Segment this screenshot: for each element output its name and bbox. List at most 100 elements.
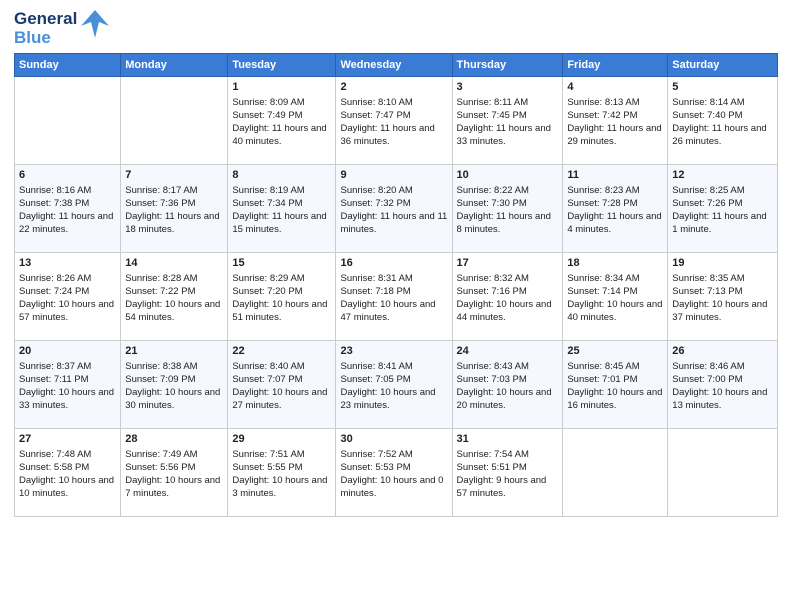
day-number: 8 xyxy=(232,168,331,183)
day-number: 30 xyxy=(340,432,447,447)
sunset-text: Sunset: 7:42 PM xyxy=(567,110,663,123)
day-number: 22 xyxy=(232,344,331,359)
daylight-text: Daylight: 10 hours and 54 minutes. xyxy=(125,299,223,325)
sunrise-text: Sunrise: 8:22 AM xyxy=(457,185,559,198)
daylight-text: Daylight: 11 hours and 15 minutes. xyxy=(232,211,331,237)
calendar-cell xyxy=(121,77,228,165)
sunset-text: Sunset: 7:30 PM xyxy=(457,198,559,211)
day-number: 4 xyxy=(567,80,663,95)
calendar-cell: 20Sunrise: 8:37 AMSunset: 7:11 PMDayligh… xyxy=(15,341,121,429)
daylight-text: Daylight: 9 hours and 57 minutes. xyxy=(457,475,559,501)
calendar-cell: 27Sunrise: 7:48 AMSunset: 5:58 PMDayligh… xyxy=(15,429,121,517)
sunrise-text: Sunrise: 8:23 AM xyxy=(567,185,663,198)
logo-blue: Blue xyxy=(14,29,77,48)
sunset-text: Sunset: 5:58 PM xyxy=(19,462,116,475)
sunrise-text: Sunrise: 7:48 AM xyxy=(19,449,116,462)
day-number: 1 xyxy=(232,80,331,95)
daylight-text: Daylight: 11 hours and 1 minute. xyxy=(672,211,773,237)
sunrise-text: Sunrise: 8:16 AM xyxy=(19,185,116,198)
calendar-cell: 26Sunrise: 8:46 AMSunset: 7:00 PMDayligh… xyxy=(668,341,778,429)
day-number: 31 xyxy=(457,432,559,447)
col-header-thursday: Thursday xyxy=(452,54,563,77)
calendar-cell: 17Sunrise: 8:32 AMSunset: 7:16 PMDayligh… xyxy=(452,253,563,341)
day-number: 14 xyxy=(125,256,223,271)
calendar-cell xyxy=(15,77,121,165)
col-header-saturday: Saturday xyxy=(668,54,778,77)
calendar-cell: 22Sunrise: 8:40 AMSunset: 7:07 PMDayligh… xyxy=(228,341,336,429)
calendar-cell: 21Sunrise: 8:38 AMSunset: 7:09 PMDayligh… xyxy=(121,341,228,429)
calendar-cell xyxy=(668,429,778,517)
sunrise-text: Sunrise: 8:13 AM xyxy=(567,97,663,110)
sunrise-text: Sunrise: 7:52 AM xyxy=(340,449,447,462)
calendar-cell: 5Sunrise: 8:14 AMSunset: 7:40 PMDaylight… xyxy=(668,77,778,165)
sunset-text: Sunset: 7:11 PM xyxy=(19,374,116,387)
day-number: 28 xyxy=(125,432,223,447)
sunrise-text: Sunrise: 8:37 AM xyxy=(19,361,116,374)
sunrise-text: Sunrise: 8:34 AM xyxy=(567,273,663,286)
sunset-text: Sunset: 5:53 PM xyxy=(340,462,447,475)
sunset-text: Sunset: 7:05 PM xyxy=(340,374,447,387)
sunset-text: Sunset: 7:14 PM xyxy=(567,286,663,299)
sunset-text: Sunset: 7:07 PM xyxy=(232,374,331,387)
sunrise-text: Sunrise: 8:29 AM xyxy=(232,273,331,286)
calendar-header: SundayMondayTuesdayWednesdayThursdayFrid… xyxy=(15,54,778,77)
daylight-text: Daylight: 11 hours and 26 minutes. xyxy=(672,123,773,149)
calendar-cell: 18Sunrise: 8:34 AMSunset: 7:14 PMDayligh… xyxy=(563,253,668,341)
calendar-cell: 15Sunrise: 8:29 AMSunset: 7:20 PMDayligh… xyxy=(228,253,336,341)
logo-bird-icon xyxy=(81,8,109,45)
sunset-text: Sunset: 7:16 PM xyxy=(457,286,559,299)
daylight-text: Daylight: 10 hours and 13 minutes. xyxy=(672,387,773,413)
day-number: 13 xyxy=(19,256,116,271)
daylight-text: Daylight: 11 hours and 11 minutes. xyxy=(340,211,447,237)
logo: General Blue xyxy=(14,10,109,47)
day-number: 7 xyxy=(125,168,223,183)
sunrise-text: Sunrise: 8:25 AM xyxy=(672,185,773,198)
day-number: 20 xyxy=(19,344,116,359)
sunrise-text: Sunrise: 8:32 AM xyxy=(457,273,559,286)
calendar-cell: 7Sunrise: 8:17 AMSunset: 7:36 PMDaylight… xyxy=(121,165,228,253)
sunset-text: Sunset: 5:55 PM xyxy=(232,462,331,475)
sunrise-text: Sunrise: 8:26 AM xyxy=(19,273,116,286)
calendar-cell: 2Sunrise: 8:10 AMSunset: 7:47 PMDaylight… xyxy=(336,77,452,165)
sunset-text: Sunset: 7:13 PM xyxy=(672,286,773,299)
daylight-text: Daylight: 10 hours and 57 minutes. xyxy=(19,299,116,325)
daylight-text: Daylight: 10 hours and 44 minutes. xyxy=(457,299,559,325)
day-number: 23 xyxy=(340,344,447,359)
sunrise-text: Sunrise: 8:40 AM xyxy=(232,361,331,374)
day-number: 26 xyxy=(672,344,773,359)
sunrise-text: Sunrise: 8:31 AM xyxy=(340,273,447,286)
col-header-monday: Monday xyxy=(121,54,228,77)
daylight-text: Daylight: 10 hours and 40 minutes. xyxy=(567,299,663,325)
day-number: 5 xyxy=(672,80,773,95)
calendar-cell: 23Sunrise: 8:41 AMSunset: 7:05 PMDayligh… xyxy=(336,341,452,429)
sunset-text: Sunset: 7:38 PM xyxy=(19,198,116,211)
day-number: 2 xyxy=(340,80,447,95)
calendar-cell: 14Sunrise: 8:28 AMSunset: 7:22 PMDayligh… xyxy=(121,253,228,341)
daylight-text: Daylight: 11 hours and 8 minutes. xyxy=(457,211,559,237)
col-header-friday: Friday xyxy=(563,54,668,77)
calendar-cell: 25Sunrise: 8:45 AMSunset: 7:01 PMDayligh… xyxy=(563,341,668,429)
sunset-text: Sunset: 7:36 PM xyxy=(125,198,223,211)
header: General Blue xyxy=(14,10,778,47)
daylight-text: Daylight: 10 hours and 10 minutes. xyxy=(19,475,116,501)
sunset-text: Sunset: 7:32 PM xyxy=(340,198,447,211)
sunrise-text: Sunrise: 8:45 AM xyxy=(567,361,663,374)
calendar-cell: 13Sunrise: 8:26 AMSunset: 7:24 PMDayligh… xyxy=(15,253,121,341)
sunrise-text: Sunrise: 8:19 AM xyxy=(232,185,331,198)
calendar-cell: 31Sunrise: 7:54 AMSunset: 5:51 PMDayligh… xyxy=(452,429,563,517)
sunrise-text: Sunrise: 8:17 AM xyxy=(125,185,223,198)
daylight-text: Daylight: 11 hours and 4 minutes. xyxy=(567,211,663,237)
daylight-text: Daylight: 10 hours and 0 minutes. xyxy=(340,475,447,501)
daylight-text: Daylight: 11 hours and 29 minutes. xyxy=(567,123,663,149)
calendar-cell: 16Sunrise: 8:31 AMSunset: 7:18 PMDayligh… xyxy=(336,253,452,341)
calendar-cell: 19Sunrise: 8:35 AMSunset: 7:13 PMDayligh… xyxy=(668,253,778,341)
sunrise-text: Sunrise: 8:38 AM xyxy=(125,361,223,374)
calendar-table: SundayMondayTuesdayWednesdayThursdayFrid… xyxy=(14,53,778,517)
day-number: 21 xyxy=(125,344,223,359)
calendar-cell xyxy=(563,429,668,517)
day-number: 11 xyxy=(567,168,663,183)
calendar-cell: 4 Sunrise: 8:13 AMSunset: 7:42 PMDaylight… xyxy=(563,77,668,165)
sunset-text: Sunset: 7:47 PM xyxy=(340,110,447,123)
calendar-cell: 6Sunrise: 8:16 AMSunset: 7:38 PMDaylight… xyxy=(15,165,121,253)
sunrise-text: Sunrise: 7:51 AM xyxy=(232,449,331,462)
